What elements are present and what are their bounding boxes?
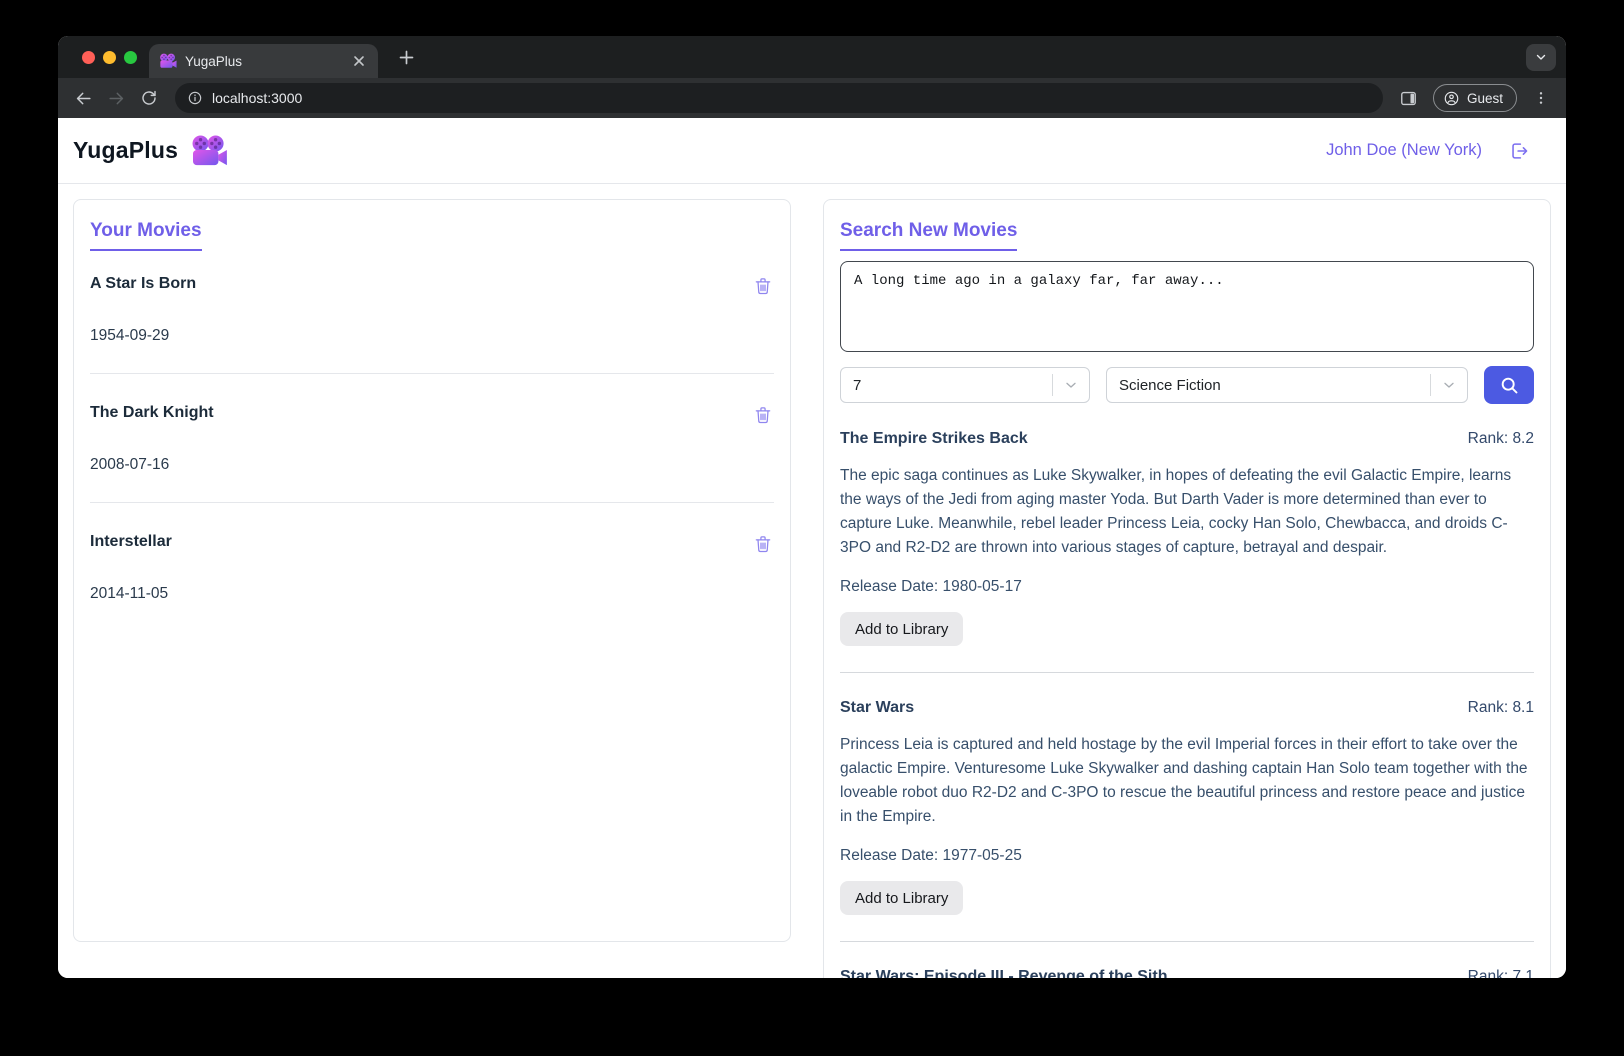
logout-icon[interactable] [1508, 140, 1530, 162]
tab-search-chevron-icon[interactable] [1526, 43, 1556, 71]
app-title: YugaPlus [73, 137, 179, 163]
result-rank: Rank: 8.1 [1467, 699, 1534, 716]
add-to-library-button[interactable]: Add to Library [840, 612, 964, 646]
user-profile-link[interactable]: John Doe (New York) [1326, 141, 1482, 160]
search-new-movies-panel: Search New Movies A long time ago in a g… [823, 199, 1551, 978]
library-movie-row: The Dark Knight 2008-07-16 [90, 374, 774, 503]
result-title: The Empire Strikes Back [840, 430, 1028, 447]
result-rank: Rank: 8.2 [1467, 430, 1534, 447]
search-result: Star Wars Rank: 8.1 Princess Leia is cap… [840, 699, 1534, 942]
minimize-window-button[interactable] [103, 50, 116, 64]
chevron-down-icon [1431, 377, 1467, 393]
library-movie-row: A Star Is Born 1954-09-29 [90, 251, 774, 374]
forward-icon[interactable] [101, 83, 131, 113]
main-content: Your Movies A Star Is Born 1954-09-29 Th… [58, 184, 1566, 978]
brand: YugaPlus [73, 134, 228, 167]
delete-movie-trash-icon[interactable] [752, 404, 774, 426]
result-release-date: Release Date: 1977-05-25 [840, 847, 1022, 864]
url-text: localhost:3000 [212, 90, 303, 106]
genre-filter-value: Science Fiction [1119, 376, 1221, 394]
tab-strip: YugaPlus [58, 36, 1566, 78]
movie-title: The Dark Knight [90, 404, 214, 421]
result-rank: Rank: 7.1 [1467, 968, 1534, 978]
delete-movie-trash-icon[interactable] [752, 275, 774, 297]
search-button[interactable] [1484, 366, 1534, 404]
browser-window: YugaPlus localhost:3000 Guest YugaPlus J… [58, 36, 1566, 978]
your-movies-panel: Your Movies A Star Is Born 1954-09-29 Th… [73, 199, 791, 942]
movie-release-date: 2014-11-05 [90, 585, 169, 602]
movie-release-date: 1954-09-29 [90, 327, 170, 344]
profile-button[interactable]: Guest [1432, 84, 1517, 112]
result-title: Star Wars [840, 699, 915, 716]
search-icon [1499, 375, 1520, 396]
search-new-movies-title: Search New Movies [840, 220, 1018, 251]
app-header: YugaPlus John Doe (New York) [58, 118, 1566, 184]
result-release-date: Release Date: 1980-05-17 [840, 578, 1022, 595]
chevron-down-icon [1053, 377, 1089, 393]
genre-filter-select[interactable]: Science Fiction [1106, 367, 1468, 403]
browser-toolbar: localhost:3000 Guest [58, 78, 1566, 118]
address-bar[interactable]: localhost:3000 [175, 83, 1383, 113]
window-controls [58, 50, 149, 64]
zoom-window-button[interactable] [124, 50, 137, 64]
tab-favicon-movie-camera-icon [159, 53, 177, 69]
add-to-library-button[interactable]: Add to Library [840, 881, 964, 915]
result-description: The epic saga continues as Luke Skywalke… [840, 467, 1512, 556]
result-title: Star Wars: Episode III - Revenge of the … [840, 968, 1168, 978]
desktop-background: YugaPlus localhost:3000 Guest YugaPlus J… [0, 0, 1624, 1056]
movie-release-date: 2008-07-16 [90, 456, 170, 473]
movie-title: A Star Is Born [90, 275, 197, 292]
rank-filter-select[interactable]: 7 [840, 367, 1090, 403]
rank-filter-value: 7 [853, 376, 862, 394]
library-movie-row: Interstellar 2014-11-05 [90, 503, 774, 631]
reload-icon[interactable] [134, 83, 164, 113]
close-window-button[interactable] [82, 50, 95, 64]
page-content: YugaPlus John Doe (New York) Your Movies… [58, 118, 1566, 978]
profile-label: Guest [1466, 90, 1503, 106]
tab-title: YugaPlus [185, 53, 243, 69]
search-query-textarea[interactable]: A long time ago in a galaxy far, far awa… [840, 261, 1534, 352]
search-result: The Empire Strikes Back Rank: 8.2 The ep… [840, 430, 1534, 673]
search-result: Star Wars: Episode III - Revenge of the … [840, 968, 1534, 978]
movie-camera-logo-icon [190, 134, 228, 167]
result-description: Princess Leia is captured and held hosta… [840, 736, 1528, 825]
back-icon[interactable] [68, 83, 98, 113]
side-panel-icon[interactable] [1394, 83, 1424, 113]
site-info-icon[interactable] [187, 90, 203, 106]
browser-tab-yugaplus[interactable]: YugaPlus [149, 44, 378, 78]
result-divider [840, 941, 1534, 942]
movie-title: Interstellar [90, 533, 172, 550]
user-area: John Doe (New York) [1326, 140, 1544, 162]
search-controls: 7 Science Fiction [840, 366, 1534, 404]
avatar-icon [1443, 90, 1460, 107]
delete-movie-trash-icon[interactable] [752, 533, 774, 555]
new-tab-button[interactable] [392, 43, 420, 71]
tab-close-icon[interactable] [350, 52, 368, 70]
browser-menu-kebab-icon[interactable] [1526, 83, 1556, 113]
result-divider [840, 672, 1534, 673]
your-movies-title: Your Movies [90, 220, 202, 251]
